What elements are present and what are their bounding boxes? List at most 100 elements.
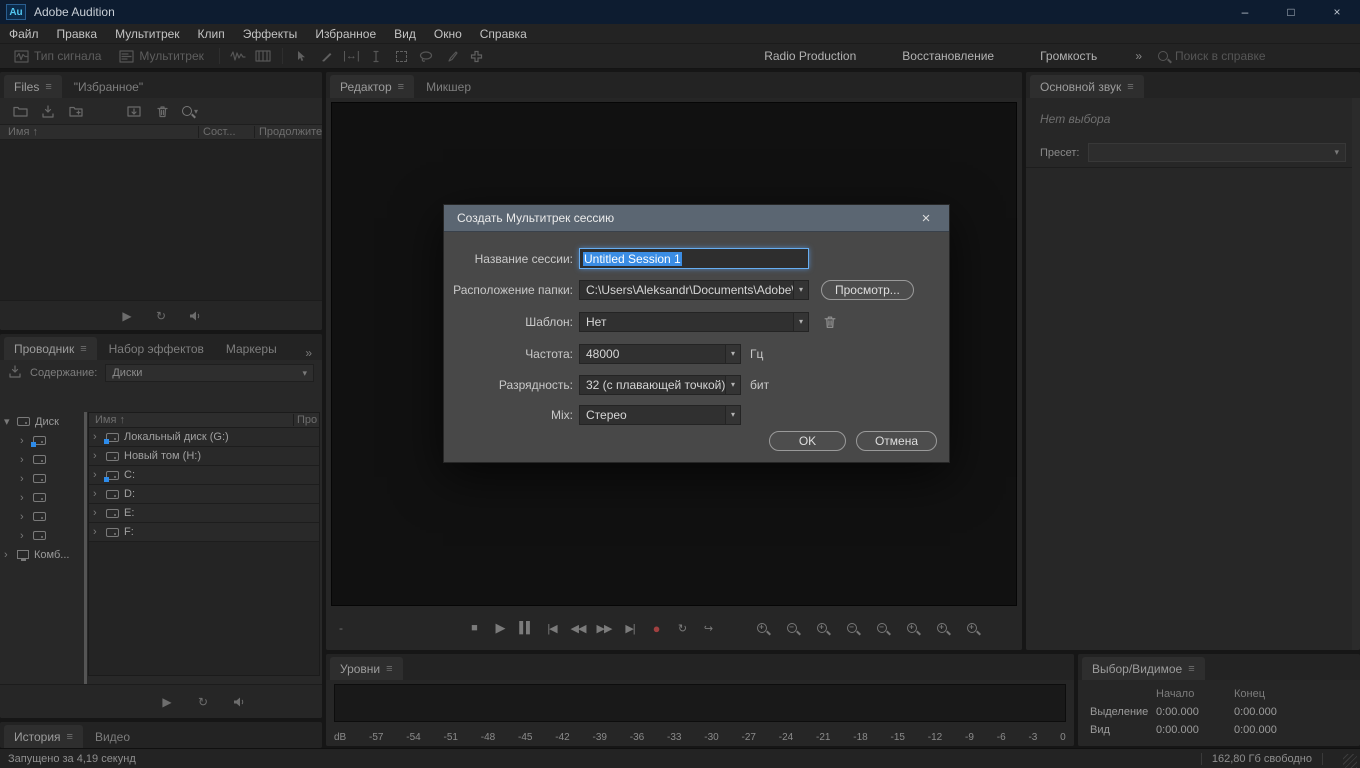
tree-computer-row[interactable]: › Комб... [0,545,84,564]
drive-row[interactable]: ›Локальный диск (G:) [89,428,319,447]
menu-file[interactable]: Файл [0,27,48,41]
record-icon[interactable]: ● [643,617,669,639]
files-search-icon[interactable]: ▾ [178,101,202,121]
preset-select[interactable]: ▾ [1088,143,1347,162]
menu-multitrack[interactable]: Мультитрек [106,27,188,41]
tab-explorer[interactable]: Проводник ≡ [4,337,97,360]
column-duration[interactable]: Продолжительн [254,126,322,138]
tab-history[interactable]: История ≡ [4,725,83,748]
chevron-right-icon[interactable]: › [20,454,28,466]
delete-template-icon[interactable] [823,315,837,329]
tree-drive-row[interactable]: › [0,431,84,450]
tab-editor[interactable]: Редактор ≡ [330,75,414,98]
chevron-right-icon[interactable]: › [93,450,101,462]
files-autoplay-speaker-icon[interactable] [186,310,204,322]
zoom-in-time-icon[interactable] [751,618,772,638]
menu-clip[interactable]: Клип [189,27,234,41]
panel-overflow-icon[interactable]: » [305,346,318,360]
tree-root-row[interactable]: ▾ Диск [0,412,84,431]
loop-playback-icon[interactable]: ↻ [669,617,695,639]
panel-menu-icon[interactable]: ≡ [1188,663,1194,675]
contents-select[interactable]: Диски ▾ [105,364,314,382]
menu-view[interactable]: Вид [385,27,425,41]
drive-row[interactable]: ›C: [89,466,319,485]
folder-location-select[interactable]: C:\Users\Aleksandr\Documents\Adobe\... ▾ [579,280,809,300]
panel-menu-icon[interactable]: ≡ [67,731,73,743]
pause-icon[interactable]: ▌▌ [513,617,539,639]
chevron-down-icon[interactable]: ▾ [725,406,740,424]
drive-row[interactable]: ›F: [89,523,319,542]
tree-drive-row[interactable]: › [0,488,84,507]
panel-menu-icon[interactable]: ≡ [1127,81,1133,93]
bit-depth-combo[interactable]: 32 (с плавающей точкой) ▾ [579,375,741,395]
time-selection-tool-icon[interactable] [365,46,388,66]
zoom-in-amplitude-icon[interactable] [811,618,832,638]
tree-drive-row[interactable]: › [0,450,84,469]
show-waveform-icon[interactable] [227,46,250,66]
files-loop-icon[interactable]: ↻ [152,309,170,323]
chevron-down-icon[interactable]: ▾ [4,415,12,428]
chevron-down-icon[interactable]: ▾ [793,313,808,331]
drive-row[interactable]: ›Новый том (H:) [89,447,319,466]
chevron-down-icon[interactable]: ▾ [725,376,740,394]
chevron-down-icon[interactable]: ▾ [725,345,740,363]
show-spectral-icon[interactable] [252,46,275,66]
session-name-input[interactable]: Untitled Session 1 [579,248,809,269]
chevron-right-icon[interactable]: › [93,431,101,443]
zoom-to-selection-icon[interactable] [961,618,982,638]
chevron-right-icon[interactable]: › [4,549,12,561]
zoom-in-at-in-point-icon[interactable] [901,618,922,638]
tab-files[interactable]: Files ≡ [4,75,62,98]
dialog-close-icon[interactable]: × [916,210,936,227]
column-duration[interactable]: Про [293,414,319,426]
browser-autoplay-speaker-icon[interactable] [230,696,248,708]
paintbrush-tool-icon[interactable] [440,46,463,66]
skip-to-end-icon[interactable]: ▶| [617,617,643,639]
column-name[interactable]: Имя ↑ [0,126,198,138]
close-icon[interactable]: × [1314,0,1360,24]
tab-mixer[interactable]: Микшер [416,75,481,98]
files-play-icon[interactable]: ▶ [118,309,136,323]
chevron-right-icon[interactable]: › [20,511,28,523]
chevron-right-icon[interactable]: › [20,530,28,542]
menu-favorites[interactable]: Избранное [306,27,385,41]
minimize-icon[interactable]: – [1222,0,1268,24]
chevron-down-icon[interactable]: ▾ [793,281,808,299]
template-select[interactable]: Нет ▾ [579,312,809,332]
waveform-editor-button[interactable]: Тип сигнала [6,46,109,66]
column-name[interactable]: Имя ↑ [89,414,293,426]
chevron-right-icon[interactable]: › [20,435,28,447]
skip-to-start-icon[interactable]: |◀ [539,617,565,639]
zoom-out-amplitude-icon[interactable] [841,618,862,638]
chevron-right-icon[interactable]: › [93,488,101,500]
chevron-right-icon[interactable]: › [20,473,28,485]
tab-levels[interactable]: Уровни ≡ [330,657,403,680]
import-shortcut-icon[interactable] [8,365,22,381]
browser-loop-icon[interactable]: ↻ [194,695,212,709]
panel-menu-icon[interactable]: ≡ [45,81,51,93]
panel-scrollbar[interactable] [1352,98,1360,650]
rewind-icon[interactable]: ◀◀ [565,617,591,639]
stop-icon[interactable]: ■ [461,617,487,639]
tab-effects-rack[interactable]: Набор эффектов [99,337,214,360]
insert-into-multitrack-icon[interactable] [122,101,146,121]
tab-essential-sound[interactable]: Основной звук ≡ [1030,75,1144,98]
tree-drive-row[interactable]: › [0,507,84,526]
play-icon[interactable]: ▶ [487,617,513,639]
workspace-loudness[interactable]: Громкость [1018,49,1119,63]
tree-splitter[interactable] [84,412,87,684]
tree-drive-row[interactable]: › [0,526,84,545]
tree-drive-row[interactable]: › [0,469,84,488]
new-item-icon[interactable] [64,101,88,121]
tab-favorites[interactable]: "Избранное" [64,75,153,98]
chevron-right-icon[interactable]: › [93,507,101,519]
dialog-titlebar[interactable]: Создать Мультитрек сессию × [444,205,949,232]
skip-selection-icon[interactable]: ↪ [695,617,721,639]
lasso-tool-icon[interactable] [415,46,438,66]
workspace-overflow-icon[interactable]: » [1121,49,1156,63]
menu-edit[interactable]: Правка [48,27,107,41]
sample-rate-combo[interactable]: 48000 ▾ [579,344,741,364]
browser-play-icon[interactable]: ▶ [158,695,176,709]
workspace-restoration[interactable]: Восстановление [880,49,1016,63]
maximize-icon[interactable]: □ [1268,0,1314,24]
